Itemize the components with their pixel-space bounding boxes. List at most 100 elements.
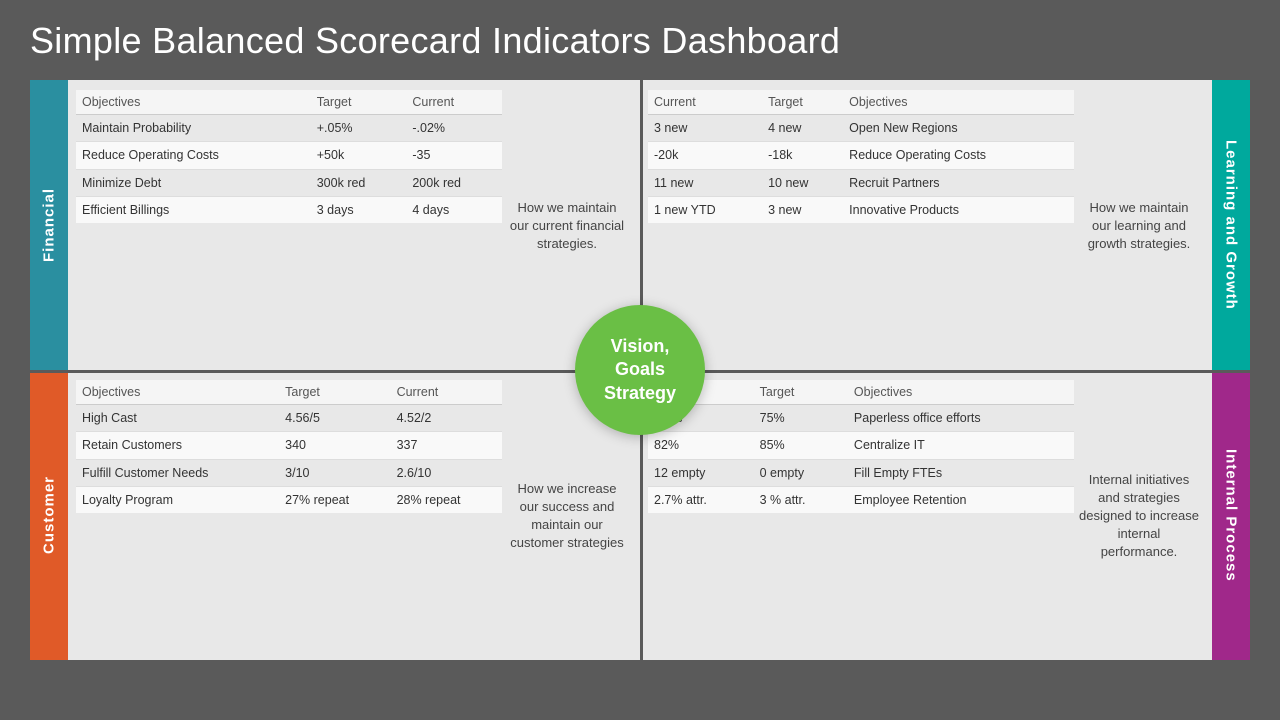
table-row: Maintain Probability+.05%-.02% <box>76 115 502 142</box>
table-cell: 4 new <box>762 115 843 142</box>
table-cell: Loyalty Program <box>76 486 279 513</box>
table-cell: 2.6/10 <box>391 459 502 486</box>
quadrant-learning-content: How we maintain our learning and growth … <box>640 80 1212 370</box>
table-cell: 300k red <box>311 169 407 196</box>
internal-col-2: Target <box>754 380 848 405</box>
table-cell: 2.7% attr. <box>648 486 754 513</box>
table-cell: 0 empty <box>754 459 848 486</box>
financial-description: How we maintain our current financial st… <box>502 90 632 362</box>
financial-col-3: Current <box>406 90 502 115</box>
table-cell: 337 <box>391 432 502 459</box>
table-row: 3 new4 newOpen New Regions <box>648 115 1074 142</box>
table-cell: 3 new <box>648 115 762 142</box>
table-row: Minimize Debt300k red200k red <box>76 169 502 196</box>
table-row: 1 new YTD3 newInnovative Products <box>648 196 1074 223</box>
table-row: 77 %75%Paperless office efforts <box>648 405 1074 432</box>
quadrant-customer: Customer Objectives Target Current <box>30 370 640 660</box>
table-cell: Fulfill Customer Needs <box>76 459 279 486</box>
table-cell: 11 new <box>648 169 762 196</box>
table-cell: 3/10 <box>279 459 390 486</box>
learning-description: How we maintain our learning and growth … <box>1074 90 1204 362</box>
table-cell: +.05% <box>311 115 407 142</box>
customer-col-2: Target <box>279 380 390 405</box>
customer-table: Objectives Target Current High Cast4.56/… <box>76 380 502 513</box>
table-cell: Efficient Billings <box>76 196 311 223</box>
table-cell: 340 <box>279 432 390 459</box>
table-cell: -18k <box>762 142 843 169</box>
financial-table: Objectives Target Current Maintain Proba… <box>76 90 502 223</box>
main-grid-wrapper: Financial Objectives Target Current <box>30 80 1250 660</box>
table-row: 11 new10 newRecruit Partners <box>648 169 1074 196</box>
table-cell: 77 % <box>648 405 754 432</box>
table-cell: 10 new <box>762 169 843 196</box>
table-cell: 3 days <box>311 196 407 223</box>
customer-col-3: Current <box>391 380 502 405</box>
customer-description: How we increase our success and maintain… <box>502 380 632 652</box>
table-cell: 3 % attr. <box>754 486 848 513</box>
table-cell: Recruit Partners <box>843 169 1074 196</box>
internal-col-3: Objectives <box>848 380 1074 405</box>
page: Simple Balanced Scorecard Indicators Das… <box>0 0 1280 720</box>
internal-table: Current Target Objectives 77 %75%Paperle… <box>648 380 1074 513</box>
table-cell: High Cast <box>76 405 279 432</box>
table-cell: 4 days <box>406 196 502 223</box>
label-financial: Financial <box>30 80 68 370</box>
table-cell: 82% <box>648 432 754 459</box>
table-cell: 27% repeat <box>279 486 390 513</box>
table-cell: 75% <box>754 405 848 432</box>
table-cell: 4.56/5 <box>279 405 390 432</box>
learning-table: Current Target Objectives 3 new4 newOpen… <box>648 90 1074 223</box>
label-customer: Customer <box>30 370 68 660</box>
table-financial: Objectives Target Current Maintain Proba… <box>76 90 502 362</box>
quadrant-internal-content: Internal initiatives and strategies desi… <box>640 370 1212 660</box>
table-customer: Objectives Target Current High Cast4.56/… <box>76 380 502 652</box>
table-cell: +50k <box>311 142 407 169</box>
learning-col-3: Objectives <box>843 90 1074 115</box>
table-cell: Innovative Products <box>843 196 1074 223</box>
table-learning: Current Target Objectives 3 new4 newOpen… <box>648 90 1074 362</box>
learning-col-2: Target <box>762 90 843 115</box>
table-cell: 1 new YTD <box>648 196 762 223</box>
internal-description: Internal initiatives and strategies desi… <box>1074 380 1204 652</box>
table-cell: 85% <box>754 432 848 459</box>
table-cell: 12 empty <box>648 459 754 486</box>
table-cell: Retain Customers <box>76 432 279 459</box>
quadrant-financial: Financial Objectives Target Current <box>30 80 640 370</box>
table-row: 12 empty0 emptyFill Empty FTEs <box>648 459 1074 486</box>
table-cell: Reduce Operating Costs <box>76 142 311 169</box>
financial-col-2: Target <box>311 90 407 115</box>
table-cell: Open New Regions <box>843 115 1074 142</box>
quadrant-internal: Internal Process Internal initiatives an… <box>640 370 1250 660</box>
table-row: -20k-18kReduce Operating Costs <box>648 142 1074 169</box>
table-cell: 4.52/2 <box>391 405 502 432</box>
table-row: Retain Customers340337 <box>76 432 502 459</box>
internal-col-1: Current <box>648 380 754 405</box>
table-cell: Maintain Probability <box>76 115 311 142</box>
table-cell: 28% repeat <box>391 486 502 513</box>
table-cell: Paperless office efforts <box>848 405 1074 432</box>
table-cell: Employee Retention <box>848 486 1074 513</box>
table-cell: Reduce Operating Costs <box>843 142 1074 169</box>
table-cell: 3 new <box>762 196 843 223</box>
table-cell: Centralize IT <box>848 432 1074 459</box>
table-row: 82%85%Centralize IT <box>648 432 1074 459</box>
financial-col-1: Objectives <box>76 90 311 115</box>
table-cell: Fill Empty FTEs <box>848 459 1074 486</box>
table-row: Reduce Operating Costs+50k-35 <box>76 142 502 169</box>
customer-col-1: Objectives <box>76 380 279 405</box>
quadrant-learning: Learning and Growth How we maintain our … <box>640 80 1250 370</box>
table-row: Fulfill Customer Needs3/102.6/10 <box>76 459 502 486</box>
page-title: Simple Balanced Scorecard Indicators Das… <box>30 20 1250 62</box>
table-cell: -.02% <box>406 115 502 142</box>
learning-col-1: Current <box>648 90 762 115</box>
table-row: 2.7% attr.3 % attr.Employee Retention <box>648 486 1074 513</box>
label-learning: Learning and Growth <box>1212 80 1250 370</box>
table-cell: -20k <box>648 142 762 169</box>
table-row: Efficient Billings3 days4 days <box>76 196 502 223</box>
grid-divider-vertical <box>640 80 643 660</box>
label-internal: Internal Process <box>1212 370 1250 660</box>
table-internal: Current Target Objectives 77 %75%Paperle… <box>648 380 1074 652</box>
quadrant-financial-content: Objectives Target Current Maintain Proba… <box>68 80 640 370</box>
table-cell: 200k red <box>406 169 502 196</box>
table-row: High Cast4.56/54.52/2 <box>76 405 502 432</box>
